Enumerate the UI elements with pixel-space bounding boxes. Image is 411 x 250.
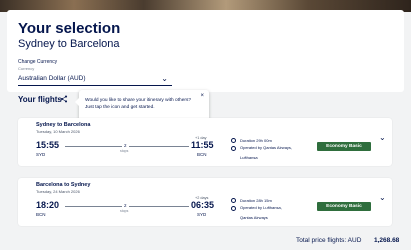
flight-card-return: Barcelona to Sydney Tuesday, 24 March 20… (18, 178, 392, 226)
departure-airport: BCN (36, 212, 46, 217)
flights-heading: Your flights (18, 95, 62, 104)
currency-sublabel: Currency (18, 66, 35, 71)
departure-time: 15:55 (36, 140, 60, 150)
close-icon[interactable]: × (200, 93, 204, 99)
clock-icon (231, 138, 236, 143)
page-title: Your selection (18, 20, 121, 37)
flight-duration: Duration 28h 15m (240, 198, 272, 203)
stops-count: 2 (122, 203, 129, 208)
airline-name: Lufthansa (240, 155, 258, 160)
currency-value: Australian Dollar (AUD) (18, 75, 86, 82)
tooltip-arrow (75, 98, 79, 106)
arrival-time: 06:35 (191, 200, 215, 210)
operated-by: Operated by Qantas Airways, (240, 145, 293, 150)
departure-airport: SYD (36, 152, 46, 157)
stops-label: stops (120, 209, 129, 213)
arrival-airport: BCN (197, 152, 207, 157)
fare-button[interactable]: Economy Basic (317, 202, 371, 211)
total-price-label: Total price flights: AUD (296, 237, 362, 244)
departure-time: 18:20 (36, 200, 60, 210)
clock-icon (231, 198, 236, 203)
chevron-down-icon: ⌄ (161, 74, 168, 83)
stops-label: stops (120, 149, 129, 153)
route-subtitle: Sydney to Barcelona (18, 38, 120, 50)
airline-icon (231, 206, 236, 211)
fare-button[interactable]: Economy Basic (317, 142, 371, 151)
flight-date: Tuesday, 10 March 2026 (36, 129, 80, 134)
stops-count: 2 (122, 143, 129, 148)
flight-card-outbound: Sydney to Barcelona Tuesday, 10 March 20… (18, 118, 392, 166)
arrival-time: 11:55 (191, 140, 214, 150)
flight-route: Barcelona to Sydney (36, 182, 91, 188)
currency-label: Change Currency (18, 59, 58, 65)
arrival-airport: SYD (197, 212, 207, 217)
flight-date: Tuesday, 24 March 2026 (36, 189, 80, 194)
share-icon[interactable] (60, 95, 68, 103)
chevron-down-icon[interactable]: ⌄ (379, 193, 386, 202)
airline-icon (231, 146, 236, 151)
share-tooltip: Would you like to share your itinerary w… (75, 90, 209, 121)
airline-name: Qantas Airways (240, 215, 268, 220)
operated-by: Operated by Lufthansa, (240, 205, 282, 210)
currency-select[interactable]: Australian Dollar (AUD) ⌄ (18, 73, 172, 86)
flight-route: Sydney to Barcelona (36, 122, 91, 128)
flight-duration: Duration 29h 00m (240, 138, 272, 143)
tooltip-text: Would you like to share your itinerary w… (85, 98, 192, 110)
chevron-down-icon[interactable]: ⌄ (379, 133, 386, 142)
total-price-amount: 1,268.68 (374, 237, 400, 244)
